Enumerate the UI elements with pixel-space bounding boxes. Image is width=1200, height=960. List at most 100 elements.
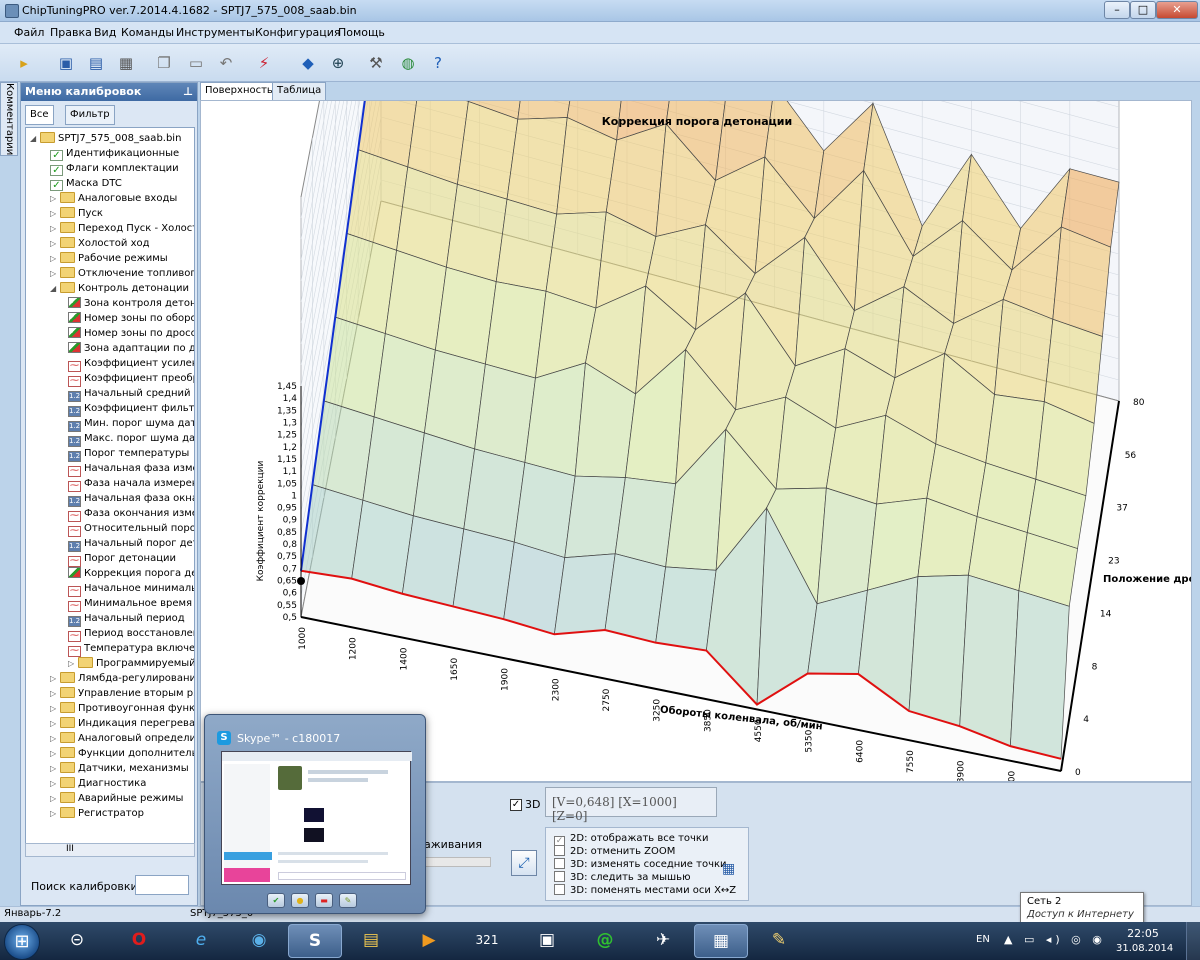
tree-item[interactable]: Фаза окончания измерения [68,506,194,522]
expand-icon[interactable]: ▷ [50,776,59,791]
opera-icon[interactable]: O [112,924,166,958]
tab-table[interactable]: Таблица [272,82,327,100]
expand-icon[interactable]: ▷ [50,206,59,221]
option-3d-neighbors[interactable]: 3D: изменять соседние точки [554,858,727,871]
expand-icon[interactable]: ▷ [50,251,59,266]
media-icon[interactable]: ⊝ [50,924,104,958]
player-icon[interactable]: ▶ [402,924,456,958]
help-icon[interactable]: ? [426,51,450,75]
print-icon[interactable]: ▦ [114,51,138,75]
tab-all[interactable]: Все [25,105,54,125]
tree-item[interactable]: Коэффициент преобразования [68,371,194,387]
option-2d-cancel-zoom[interactable]: 2D: отменить ZOOM [554,845,675,858]
tree-item[interactable]: 1.2 Начальный период [68,611,185,627]
tree-item[interactable]: Коэффициент усиления [68,356,194,372]
tree-horizontal-scrollbar[interactable]: III [25,843,195,857]
tree-item[interactable]: 1.2Начальный порог детонации [68,536,194,552]
expand-icon[interactable]: ▷ [50,701,59,716]
tab-filter[interactable]: Фильтр [65,105,115,125]
skype-status-online-button[interactable]: ✔ [267,893,285,908]
tree-item[interactable]: Номер зоны по дросселю [68,326,194,341]
tree-item[interactable]: Минимальное время [68,596,192,612]
menu-commands[interactable]: Команды [121,26,174,39]
start-button[interactable]: ⊞ [4,924,40,960]
fit-zoom-button[interactable]: ⤢ [511,850,537,876]
tree-folder[interactable]: ▷ Функции дополнительные [50,746,194,761]
tree-item[interactable]: 1.2Начальный средний уровень [68,386,194,402]
save-icon[interactable]: ▣ [54,51,78,75]
selected-point-marker[interactable] [297,577,305,586]
option-checkbox[interactable] [554,858,565,869]
copy-icon[interactable]: ❐ [152,51,176,75]
clock-time[interactable]: 22:05 [1116,927,1170,940]
tree-item[interactable]: Идентификационные [50,146,179,161]
option-checkbox[interactable] [554,871,565,882]
tree-item[interactable]: Маска DTC [50,176,122,191]
tree-item[interactable]: 1.2 Порог температуры [68,446,189,462]
minimize-button[interactable]: – [1104,1,1130,19]
tray-icons[interactable]: ▲ ▭ ◂) ◎ ◉ [1004,933,1106,946]
tree-item[interactable]: 1.2Мин. порог шума датчика [68,416,194,432]
3d-checkbox[interactable]: ✓ [510,799,522,811]
scroll-thumb[interactable]: III [66,844,74,854]
expand-icon[interactable]: ▷ [50,221,59,236]
expand-icon[interactable]: ▷ [50,806,59,821]
mail-icon[interactable]: @ [578,924,632,958]
expand-icon[interactable]: ▷ [50,191,59,206]
expand-icon[interactable]: ▷ [68,656,77,671]
tree-folder[interactable]: ▷ Диагностика [50,776,146,791]
menu-tools[interactable]: Инструменты [176,26,255,39]
chiptuning-icon[interactable]: ▦ [694,924,748,958]
menu-file[interactable]: Файл [14,26,44,39]
tools-icon[interactable]: ⚒ [364,51,388,75]
menu-help[interactable]: Помощь [338,26,385,39]
tree-item[interactable]: Зона контроля детонации [68,296,194,311]
skype-edit-button[interactable]: ✎ [339,893,357,908]
menu-config[interactable]: Конфигурация [255,26,341,39]
tree-folder[interactable]: ▷ Лямбда-регулирование [50,671,194,686]
expand-icon[interactable]: ▷ [50,731,59,746]
option-checkbox[interactable] [554,845,565,856]
tree-folder[interactable]: ◢ SPTJ7_575_008_saab.bin [30,131,181,146]
collapse-icon[interactable]: ◢ [30,131,39,146]
tree-folder[interactable]: ▷ Аналоговые входы [50,191,177,206]
skype-icon[interactable]: S [288,924,342,958]
clock-date[interactable]: 31.08.2014 [1116,943,1173,954]
surface-chart-area[interactable]: 1000 1200 1400 1650 1900 2300 2750 3250 3850 4550… [200,100,1192,782]
tree-folder[interactable]: ▷ Отключение топливоподачи [50,266,194,281]
expand-icon[interactable]: ▷ [50,266,59,281]
tree-folder[interactable]: ▷ Холостой ход [50,236,150,251]
maximize-button[interactable]: □ [1130,1,1156,19]
search-input[interactable] [135,875,189,895]
calendar-icon[interactable]: 321 [460,924,514,958]
skype-thumbnail[interactable] [221,751,412,885]
zoom-icon[interactable]: ⊕ [326,51,350,75]
tree-folder[interactable]: ▷ Индикация перегрева [50,716,194,731]
tree-folder[interactable]: ▷ Регистратор [50,806,144,821]
ie-icon[interactable]: e [174,924,228,958]
tree-folder[interactable]: ▷ Пуск [50,206,103,221]
close-button[interactable]: ✕ [1156,1,1198,19]
expand-icon[interactable]: ▷ [50,746,59,761]
tree-item[interactable]: Температура включения [68,641,194,657]
tree-item[interactable]: Коррекция порога детонации [68,566,194,581]
option-3d-swap-axes[interactable]: 3D: поменять местами оси X↔Z [554,884,736,897]
expand-icon[interactable]: ▷ [50,236,59,251]
collapse-icon[interactable]: ◢ [50,281,59,296]
option-3d-follow-mouse[interactable]: 3D: следить за мышью [554,871,691,884]
open-icon[interactable]: ▸ [12,51,36,75]
tree-item[interactable]: 1.2 Начальная фаза окна [68,491,194,507]
connect-icon[interactable]: ⚡ [252,51,276,75]
tree-item[interactable]: Фаза начала измерения [68,476,194,492]
tree-folder[interactable]: ▷ Управление вторым рядом [50,686,194,701]
paste-icon[interactable]: ▭ [184,51,208,75]
skype-status-busy-button[interactable]: ▬ [315,893,333,908]
expand-icon[interactable]: ▷ [50,761,59,776]
save-as-icon[interactable]: ▤ [84,51,108,75]
tree-item[interactable]: Период восстановления [68,626,194,642]
comments-side-tab[interactable]: Комментарии [0,82,18,156]
menu-edit[interactable]: Правка [50,26,92,39]
tree-folder[interactable]: ▷ Рабочие режимы [50,251,168,266]
tree-item[interactable]: 1.2Макс. порог шума датчика [68,431,194,447]
tree-folder[interactable]: ◢ Контроль детонации [50,281,189,296]
